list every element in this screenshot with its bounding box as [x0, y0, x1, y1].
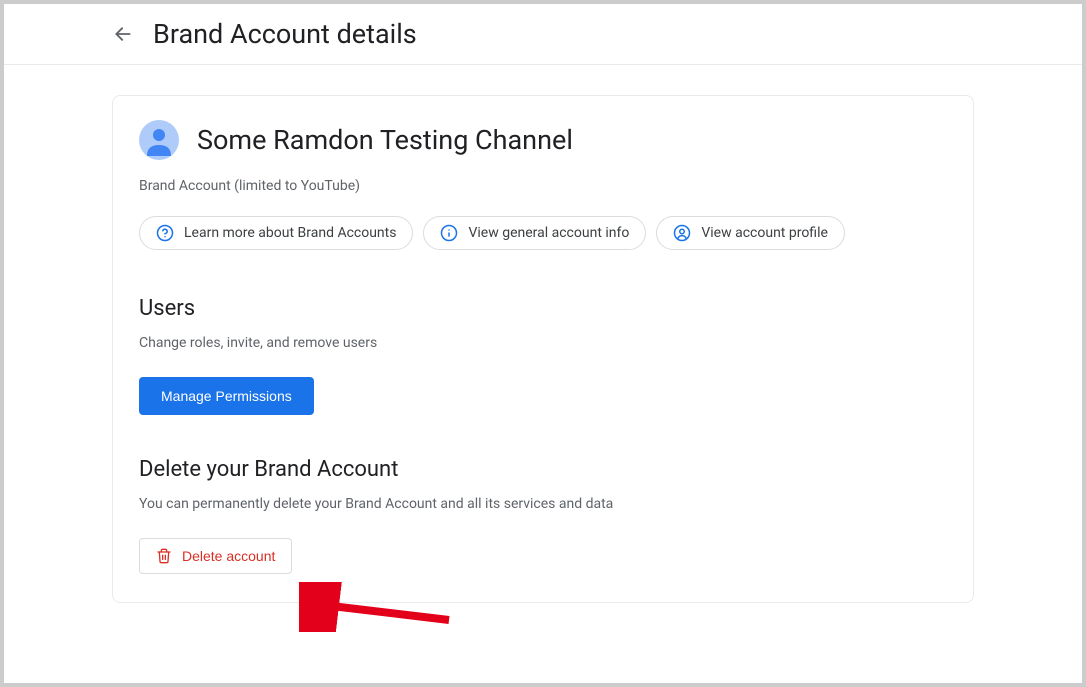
delete-button-label: Delete account [182, 548, 275, 564]
chip-label: View account profile [701, 225, 828, 241]
general-info-chip[interactable]: View general account info [423, 216, 646, 250]
delete-title: Delete your Brand Account [139, 457, 947, 482]
manage-permissions-button[interactable]: Manage Permissions [139, 377, 314, 415]
person-icon [139, 120, 179, 160]
help-icon [156, 224, 174, 242]
account-subtext: Brand Account (limited to YouTube) [139, 178, 947, 194]
avatar [139, 120, 179, 160]
learn-more-chip[interactable]: Learn more about Brand Accounts [139, 216, 413, 250]
account-name: Some Ramdon Testing Channel [197, 124, 573, 156]
users-title: Users [139, 296, 947, 321]
brand-account-card: Some Ramdon Testing Channel Brand Accoun… [112, 95, 974, 603]
users-section: Users Change roles, invite, and remove u… [139, 296, 947, 457]
page-title: Brand Account details [153, 18, 417, 50]
arrow-left-icon [113, 24, 133, 44]
delete-account-button[interactable]: Delete account [139, 538, 292, 574]
account-header-row: Some Ramdon Testing Channel [139, 120, 947, 160]
account-circle-icon [673, 224, 691, 242]
chip-label: View general account info [468, 225, 629, 241]
trash-icon [156, 548, 172, 564]
chip-label: Learn more about Brand Accounts [184, 225, 396, 241]
account-profile-chip[interactable]: View account profile [656, 216, 845, 250]
content-area: Some Ramdon Testing Channel Brand Accoun… [4, 65, 1082, 623]
app-frame: Brand Account details Some Ramdon Testin… [4, 4, 1082, 683]
chip-row: Learn more about Brand Accounts View gen… [139, 216, 947, 250]
app-header: Brand Account details [4, 4, 1082, 65]
back-button[interactable] [111, 22, 135, 46]
info-icon [440, 224, 458, 242]
delete-section: Delete your Brand Account You can perman… [139, 457, 947, 574]
users-subtitle: Change roles, invite, and remove users [139, 335, 947, 351]
delete-subtitle: You can permanently delete your Brand Ac… [139, 496, 947, 512]
